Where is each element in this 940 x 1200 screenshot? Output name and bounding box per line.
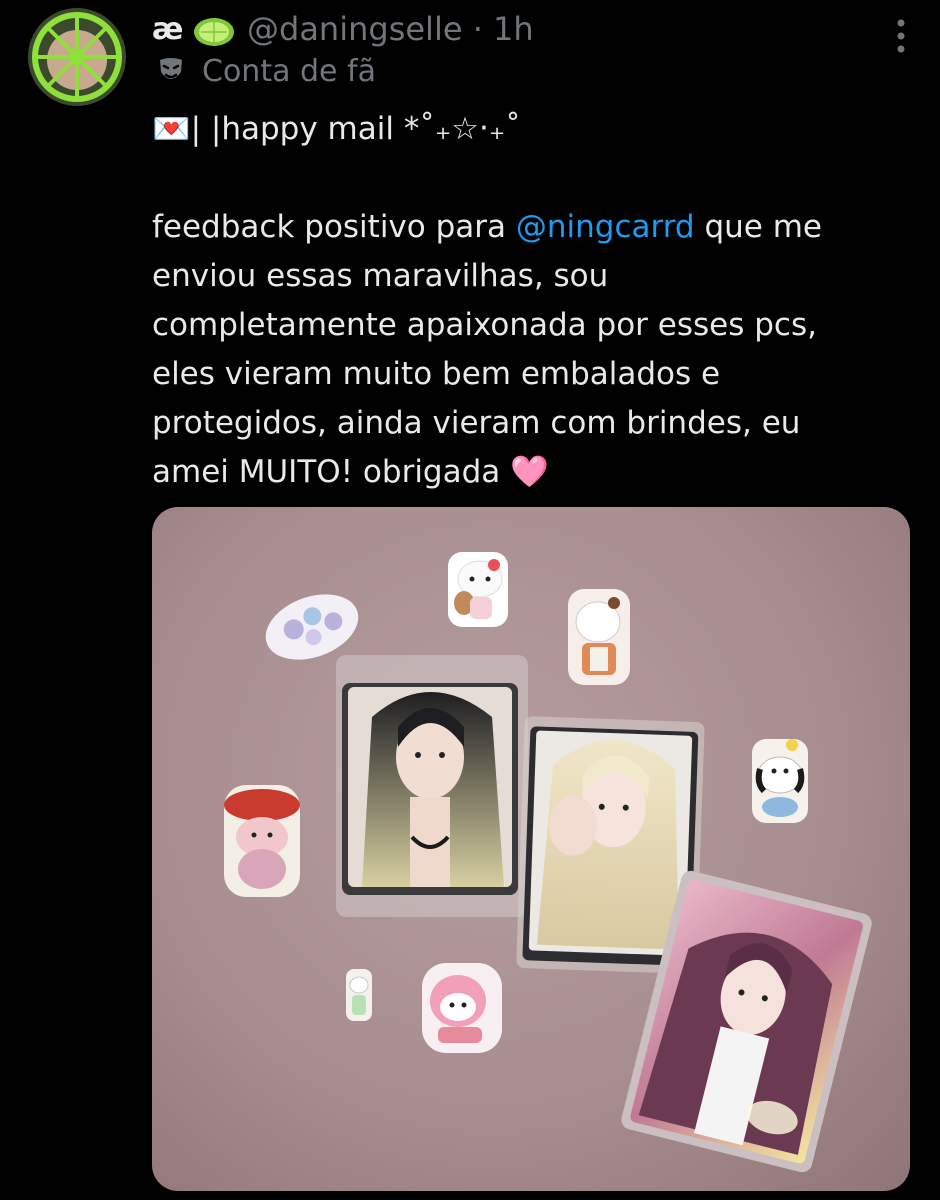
mention-link[interactable]: @ningcarrd <box>516 209 695 245</box>
pochacco-sticker <box>752 739 808 823</box>
tweet-title: 💌| |happy mail <box>152 111 394 147</box>
tweet-line: enviou essas maravilhas, sou <box>152 258 609 294</box>
tweet-header: æ @daningselle · 1h <box>152 6 940 53</box>
tweet-line: amei MUITO! obrigada 🩷 <box>152 448 912 497</box>
tweet-photo[interactable] <box>152 507 910 1191</box>
tweet-line: protegidos, ainda vieram com brindes, eu <box>152 405 801 441</box>
separator: · <box>472 10 483 48</box>
tweet-line: feedback positivo para @ningcarrd que me <box>152 203 912 252</box>
tweet-text: 💌| |happy mail *˚₊☆‧₊˚ feedback positivo… <box>152 105 912 497</box>
tweet-line: eles vieram muito bem embalados e <box>152 356 721 392</box>
sparkle-text: *˚₊☆‧₊˚ <box>393 111 521 147</box>
bunny-sticker <box>346 969 372 1021</box>
melody-sticker <box>422 963 502 1053</box>
tweet-line: 💌| |happy mail *˚₊☆‧₊˚ <box>152 105 912 154</box>
handle-and-time[interactable]: @daningselle · 1h <box>247 10 534 48</box>
cat-sticker <box>568 589 630 685</box>
timestamp[interactable]: 1h <box>493 10 534 48</box>
avatar[interactable] <box>28 8 126 106</box>
tweet-line <box>152 154 912 203</box>
handle[interactable]: @daningselle <box>247 10 463 48</box>
photocard-1 <box>336 655 528 917</box>
text-span: que me <box>694 209 822 245</box>
kitty-sticker <box>448 552 508 627</box>
tweet-line: completamente apaixonada por esses pcs, <box>152 307 817 343</box>
pink-heart-icon: 🩷 <box>510 454 549 490</box>
lime-emoji-icon <box>192 16 236 52</box>
account-label-text: Conta de fã <box>202 54 376 89</box>
more-options-icon[interactable] <box>896 18 906 58</box>
avatar-image <box>28 8 126 106</box>
text-span: feedback positivo para <box>152 209 516 245</box>
theater-mask-icon <box>156 56 186 90</box>
text-span: amei MUITO! obrigada <box>152 454 501 490</box>
mushroom-sticker <box>224 785 300 897</box>
display-name[interactable]: æ <box>152 12 183 47</box>
photo-image <box>224 552 872 1173</box>
